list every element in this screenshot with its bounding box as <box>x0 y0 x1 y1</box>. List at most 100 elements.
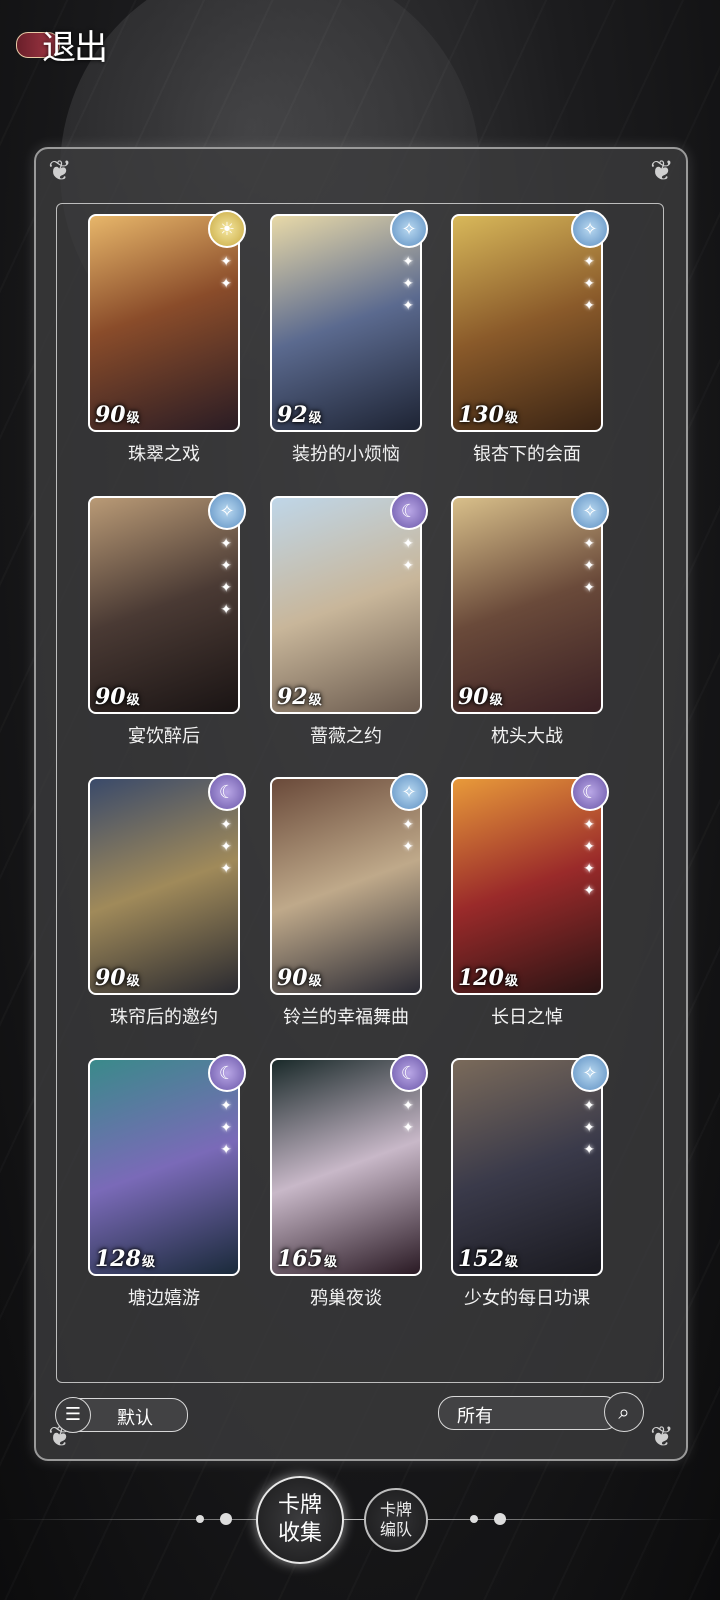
card-item[interactable]: ✦ ✦ ✦ 90级 ☾ 珠帘后的邀约 <box>88 773 246 1029</box>
card-level-unit: 级 <box>323 1255 337 1270</box>
sparkle-icon-group: ✦ ✦ ✦ ✦ <box>220 536 232 618</box>
card-item[interactable]: ✦ ✦ 90级 ✧ 铃兰的幸福舞曲 <box>270 773 428 1029</box>
moon-icon: ☾ <box>208 1054 246 1092</box>
card-level: 90级 <box>458 684 503 710</box>
sparkle-icon-group: ✦ ✦ ✦ <box>220 817 232 877</box>
card-level-unit: 级 <box>308 693 322 708</box>
sparkle-icon: ✦ <box>583 883 595 899</box>
card-art: ✦ ✦ 92级 <box>270 496 422 714</box>
card-level-unit: 级 <box>126 411 140 426</box>
sparkle-icon-group: ✦ ✦ <box>402 1098 414 1136</box>
star-icon: ✧ <box>571 210 609 248</box>
card-level-value: 130 <box>458 402 504 428</box>
card-level-unit: 级 <box>504 974 518 989</box>
sparkle-icon: ✦ <box>402 1098 414 1114</box>
card-art: ✦ ✦ ✦ 128级 <box>88 1058 240 1276</box>
card-name: 蔷薇之约 <box>310 726 382 747</box>
sparkle-icon-group: ✦ ✦ ✦ <box>583 1098 595 1158</box>
card-level-unit: 级 <box>308 974 322 989</box>
card-level-value: 90 <box>95 402 126 428</box>
card-art: ✦ ✦ 165级 <box>270 1058 422 1276</box>
card-level-value: 120 <box>458 965 504 991</box>
sparkle-icon: ✦ <box>583 861 595 877</box>
sparkle-icon: ✦ <box>402 298 414 314</box>
card-item[interactable]: ✦ ✦ ✦ 152级 ✧ 少女的每日功课 <box>451 1054 609 1310</box>
card-item[interactable]: ✦ ✦ 92级 ☾ 蔷薇之约 <box>270 492 428 748</box>
sparkle-icon: ✦ <box>583 839 595 855</box>
card-level-unit: 级 <box>504 411 518 426</box>
sparkle-icon: ✦ <box>583 254 595 270</box>
card-level: 90级 <box>277 965 322 991</box>
card-item[interactable]: ✦ ✦ ✦ 130级 ✧ 银杏下的会面 <box>451 210 609 466</box>
card-level-unit: 级 <box>126 974 140 989</box>
card-level: 165级 <box>277 1246 337 1272</box>
card-name: 塘边嬉游 <box>128 1288 200 1309</box>
card-level-unit: 级 <box>141 1255 155 1270</box>
card-item[interactable]: ✦ ✦ ✦ ✦ 120级 ☾ 长日之悼 <box>451 773 609 1029</box>
card-level: 130级 <box>458 402 518 428</box>
card-item[interactable]: ✦ ✦ ✦ 90级 ✧ 枕头大战 <box>451 492 609 748</box>
sparkle-icon: ✦ <box>220 1142 232 1158</box>
star-icon: ✧ <box>571 1054 609 1092</box>
sparkle-icon: ✦ <box>583 536 595 552</box>
sparkle-icon: ✦ <box>402 839 414 855</box>
card-item[interactable]: ✦ ✦ ✦ 128级 ☾ 塘边嬉游 <box>88 1054 246 1310</box>
card-art: ✦ ✦ ✦ 130级 <box>451 214 603 432</box>
card-item[interactable]: ✦ ✦ ✦ ✦ 90级 ✧ 宴饮醉后 <box>88 492 246 748</box>
divider-dot <box>196 1515 204 1523</box>
bottom-divider <box>0 1519 720 1520</box>
sparkle-icon-group: ✦ ✦ <box>402 536 414 574</box>
card-item[interactable]: ✦ ✦ 165级 ☾ 鸦巢夜谈 <box>270 1054 428 1310</box>
filter-select[interactable]: 所有 <box>438 1396 620 1430</box>
card-level-value: 165 <box>277 1246 323 1272</box>
sparkle-icon: ✦ <box>402 558 414 574</box>
card-level-unit: 级 <box>489 693 503 708</box>
card-art: ✦ ✦ ✦ 90级 <box>451 496 603 714</box>
card-level-unit: 级 <box>504 1255 518 1270</box>
card-level-value: 92 <box>277 684 308 710</box>
star-icon: ✧ <box>571 492 609 530</box>
card-level: 92级 <box>277 684 322 710</box>
sparkle-icon: ✦ <box>402 1120 414 1136</box>
sparkle-icon-group: ✦ ✦ ✦ ✦ <box>583 817 595 899</box>
sparkle-icon: ✦ <box>583 1142 595 1158</box>
ornament-corner-icon: ❦ <box>650 154 674 187</box>
card-level: 92级 <box>277 402 322 428</box>
card-item[interactable]: ✦ ✦ 90级 ☀ 珠翠之戏 <box>88 210 246 466</box>
sparkle-icon: ✦ <box>220 254 232 270</box>
filter-control[interactable]: 所有 ⌕ <box>438 1392 644 1432</box>
card-item[interactable]: ✦ ✦ ✦ 92级 ✧ 装扮的小烦恼 <box>270 210 428 466</box>
sparkle-icon-group: ✦ ✦ ✦ <box>402 254 414 314</box>
card-name: 装扮的小烦恼 <box>292 444 400 465</box>
tab-card-collection[interactable]: 卡牌 收集 <box>256 1476 344 1564</box>
sparkle-icon: ✦ <box>220 602 232 618</box>
tab-card-team[interactable]: 卡牌 编队 <box>364 1488 428 1552</box>
sparkle-icon-group: ✦ ✦ ✦ <box>583 536 595 596</box>
star-icon: ✧ <box>390 210 428 248</box>
sparkle-icon: ✦ <box>220 276 232 292</box>
exit-button[interactable]: 退出 <box>12 18 124 68</box>
card-name: 宴饮醉后 <box>128 726 200 747</box>
card-art: ✦ ✦ ✦ 92级 <box>270 214 422 432</box>
card-level-value: 90 <box>95 965 126 991</box>
star-icon: ✧ <box>208 492 246 530</box>
card-art: ✦ ✦ ✦ ✦ 90级 <box>88 496 240 714</box>
card-name: 少女的每日功课 <box>464 1288 590 1309</box>
search-icon[interactable]: ⌕ <box>604 1392 644 1432</box>
sparkle-icon: ✦ <box>220 1098 232 1114</box>
sparkle-icon: ✦ <box>583 1098 595 1114</box>
card-level: 152级 <box>458 1246 518 1272</box>
sparkle-icon: ✦ <box>220 861 232 877</box>
moon-icon: ☾ <box>208 773 246 811</box>
sparkle-icon: ✦ <box>583 1120 595 1136</box>
sort-button[interactable]: ☰ 默认 <box>55 1397 188 1433</box>
sparkle-icon: ✦ <box>583 580 595 596</box>
exit-label: 退出 <box>42 28 108 68</box>
sparkle-icon: ✦ <box>220 817 232 833</box>
card-level-value: 90 <box>458 684 489 710</box>
sparkle-icon: ✦ <box>583 276 595 292</box>
card-level: 120级 <box>458 965 518 991</box>
sparkle-icon: ✦ <box>583 817 595 833</box>
tab-card-collection-line2: 收集 <box>277 1521 322 1546</box>
card-art: ✦ ✦ ✦ 152级 <box>451 1058 603 1276</box>
